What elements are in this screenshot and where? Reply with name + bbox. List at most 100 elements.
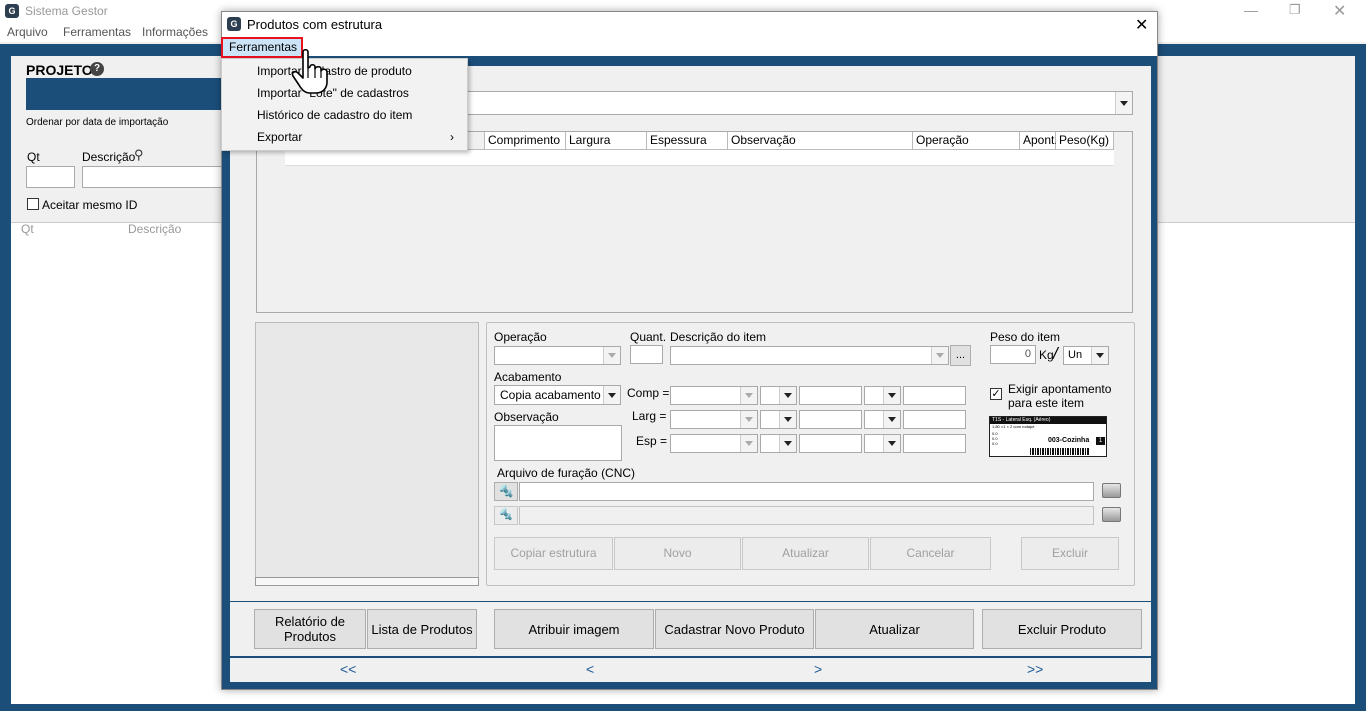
- grid-col-observacao[interactable]: Observação: [728, 132, 913, 150]
- atribuir-imagem-button[interactable]: Atribuir imagem: [494, 609, 654, 649]
- comp-input-2[interactable]: [903, 386, 966, 405]
- lista-produtos-button[interactable]: Lista de Produtos: [367, 609, 477, 649]
- ferramentas-dropdown: Importar cadastro de produto Importar "L…: [221, 58, 468, 151]
- larg-select-3[interactable]: [864, 410, 901, 429]
- peso-label: Peso do item: [990, 330, 1061, 344]
- aceitar-checkbox[interactable]: [27, 198, 39, 210]
- atualizar-form-button[interactable]: Atualizar: [742, 537, 869, 570]
- descricao-item-select[interactable]: [670, 346, 949, 365]
- qt-label: Qt: [27, 150, 40, 164]
- larg-label: Larg =: [632, 409, 667, 423]
- dialog-icon: G: [227, 17, 241, 31]
- comp-select-3[interactable]: [864, 386, 901, 405]
- image-preview: [255, 322, 479, 578]
- grid-col-apont[interactable]: Apont.: [1020, 132, 1058, 150]
- descricao-item-label: Descrição do item: [670, 330, 767, 344]
- unit-value: Un: [1068, 349, 1083, 361]
- menu-exportar[interactable]: Exportar ›: [222, 126, 467, 148]
- close-main-icon[interactable]: ✕: [1333, 1, 1346, 21]
- esp-select-2[interactable]: [760, 434, 797, 453]
- hand-cursor-icon: [291, 48, 328, 94]
- grid-col-largura[interactable]: Largura: [566, 132, 647, 150]
- acabamento-select[interactable]: Copia acabamento: [494, 385, 621, 405]
- comp-select-2[interactable]: [760, 386, 797, 405]
- novo-button[interactable]: Novo: [614, 537, 741, 570]
- esp-select-1[interactable]: [670, 434, 758, 453]
- qt-input[interactable]: [26, 166, 75, 188]
- atualizar-button[interactable]: Atualizar: [815, 609, 974, 649]
- label-num: 1: [1096, 437, 1105, 445]
- menu-importar-cadastro[interactable]: Importar cadastro de produto: [222, 60, 467, 82]
- projeto-bar: [26, 78, 226, 110]
- excluir-produto-button[interactable]: Excluir Produto: [982, 609, 1142, 649]
- esp-input-2[interactable]: [903, 434, 966, 453]
- quant-input[interactable]: [630, 345, 663, 364]
- search-icon[interactable]: ⚲: [134, 147, 144, 163]
- cancelar-button[interactable]: Cancelar: [870, 537, 991, 570]
- operacao-select[interactable]: [494, 346, 621, 365]
- acabamento-value: Copia acabamento: [500, 388, 601, 402]
- estrutura-grid: Comprimento Largura Espessura Observação…: [256, 131, 1133, 313]
- restore-icon[interactable]: ❐: [1289, 2, 1301, 18]
- chevron-right-icon: ›: [450, 130, 454, 144]
- grid-col-espessura[interactable]: Espessura: [647, 132, 728, 150]
- image-scrollbar[interactable]: [255, 577, 479, 586]
- menu-arquivo[interactable]: Arquivo: [7, 25, 48, 39]
- grid-col-peso[interactable]: Peso(Kg): [1056, 132, 1114, 150]
- relatorio-produtos-button[interactable]: Relatório de Produtos: [254, 609, 366, 649]
- comp-label: Comp =: [627, 386, 670, 400]
- menu-exportar-label: Exportar: [257, 130, 303, 144]
- larg-select-1[interactable]: [670, 410, 758, 429]
- peso-input[interactable]: 0: [990, 345, 1036, 364]
- minimize-icon[interactable]: —: [1244, 2, 1258, 18]
- label-sub: 1.80 ×1 × 2 com rodapé: [992, 424, 1035, 429]
- grid-col-comprimento[interactable]: Comprimento: [485, 132, 566, 150]
- label-r3: 0.0: [992, 441, 998, 446]
- cnc-file-input-1[interactable]: [519, 482, 1094, 501]
- excluir-form-button[interactable]: Excluir: [1021, 537, 1119, 570]
- aceitar-label: Aceitar mesmo ID: [42, 198, 138, 212]
- nav-last[interactable]: >>: [1027, 661, 1043, 677]
- nav-prev[interactable]: <: [586, 661, 594, 677]
- cadastrar-produto-button[interactable]: Cadastrar Novo Produto: [655, 609, 814, 649]
- grid-row[interactable]: [285, 150, 1114, 166]
- nav-next[interactable]: >: [814, 661, 822, 677]
- exigir-checkbox[interactable]: ✓: [990, 388, 1002, 400]
- esp-select-3[interactable]: [864, 434, 901, 453]
- menu-informacoes[interactable]: Informações: [142, 25, 208, 39]
- kg-label: Kg: [1039, 348, 1054, 362]
- descricao-input[interactable]: [82, 166, 222, 188]
- menu-ferramentas[interactable]: Ferramentas: [63, 25, 131, 39]
- comp-select-1[interactable]: [670, 386, 758, 405]
- larg-select-2[interactable]: [760, 410, 797, 429]
- observacao-input[interactable]: [494, 425, 622, 461]
- comp-input-1[interactable]: [799, 386, 862, 405]
- browse-button[interactable]: ...: [950, 345, 971, 366]
- folder-icon-2[interactable]: [1102, 507, 1121, 522]
- unit-select[interactable]: Un: [1063, 346, 1109, 365]
- help-icon[interactable]: ?: [90, 62, 104, 76]
- menu-importar-lote[interactable]: Importar "Lote" de cadastros: [222, 82, 467, 104]
- barcode-icon: [1030, 448, 1090, 455]
- grid-col-operacao[interactable]: Operação: [913, 132, 1020, 150]
- copiar-estrutura-button[interactable]: Copiar estrutura: [494, 537, 613, 570]
- esp-label: Esp =: [636, 434, 668, 448]
- drill-disabled-icon[interactable]: 🔩: [494, 506, 518, 525]
- cnc-file-input-2[interactable]: [519, 506, 1094, 525]
- slash-label: /: [1053, 344, 1058, 363]
- esp-input-1[interactable]: [799, 434, 862, 453]
- menu-historico[interactable]: Histórico de cadastro do item: [222, 104, 467, 126]
- descricao-label: Descrição: [82, 150, 136, 164]
- folder-icon[interactable]: [1102, 483, 1121, 498]
- operacao-label: Operação: [494, 330, 547, 344]
- exigir-label: Exigir apontamento: [1008, 382, 1112, 396]
- drill-icon[interactable]: 🔩: [494, 482, 518, 501]
- nav-first[interactable]: <<: [340, 661, 356, 677]
- observacao-label: Observação: [494, 410, 559, 424]
- larg-input-2[interactable]: [903, 410, 966, 429]
- nav-bar: [230, 658, 1151, 682]
- dialog-title: Produtos com estrutura: [247, 17, 383, 32]
- larg-input-1[interactable]: [799, 410, 862, 429]
- app-icon: G: [5, 4, 19, 18]
- close-dialog-icon[interactable]: ✕: [1135, 15, 1148, 35]
